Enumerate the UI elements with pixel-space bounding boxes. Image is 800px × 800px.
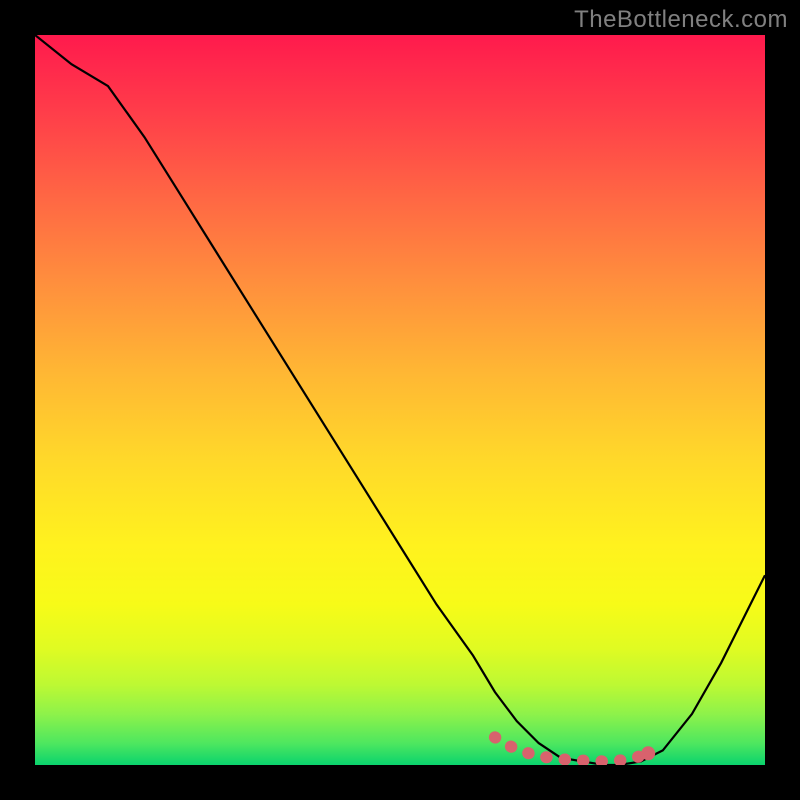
- gradient-background: [35, 35, 765, 765]
- watermark-text: TheBottleneck.com: [574, 6, 788, 34]
- chart-frame: TheBottleneck.com: [0, 0, 800, 800]
